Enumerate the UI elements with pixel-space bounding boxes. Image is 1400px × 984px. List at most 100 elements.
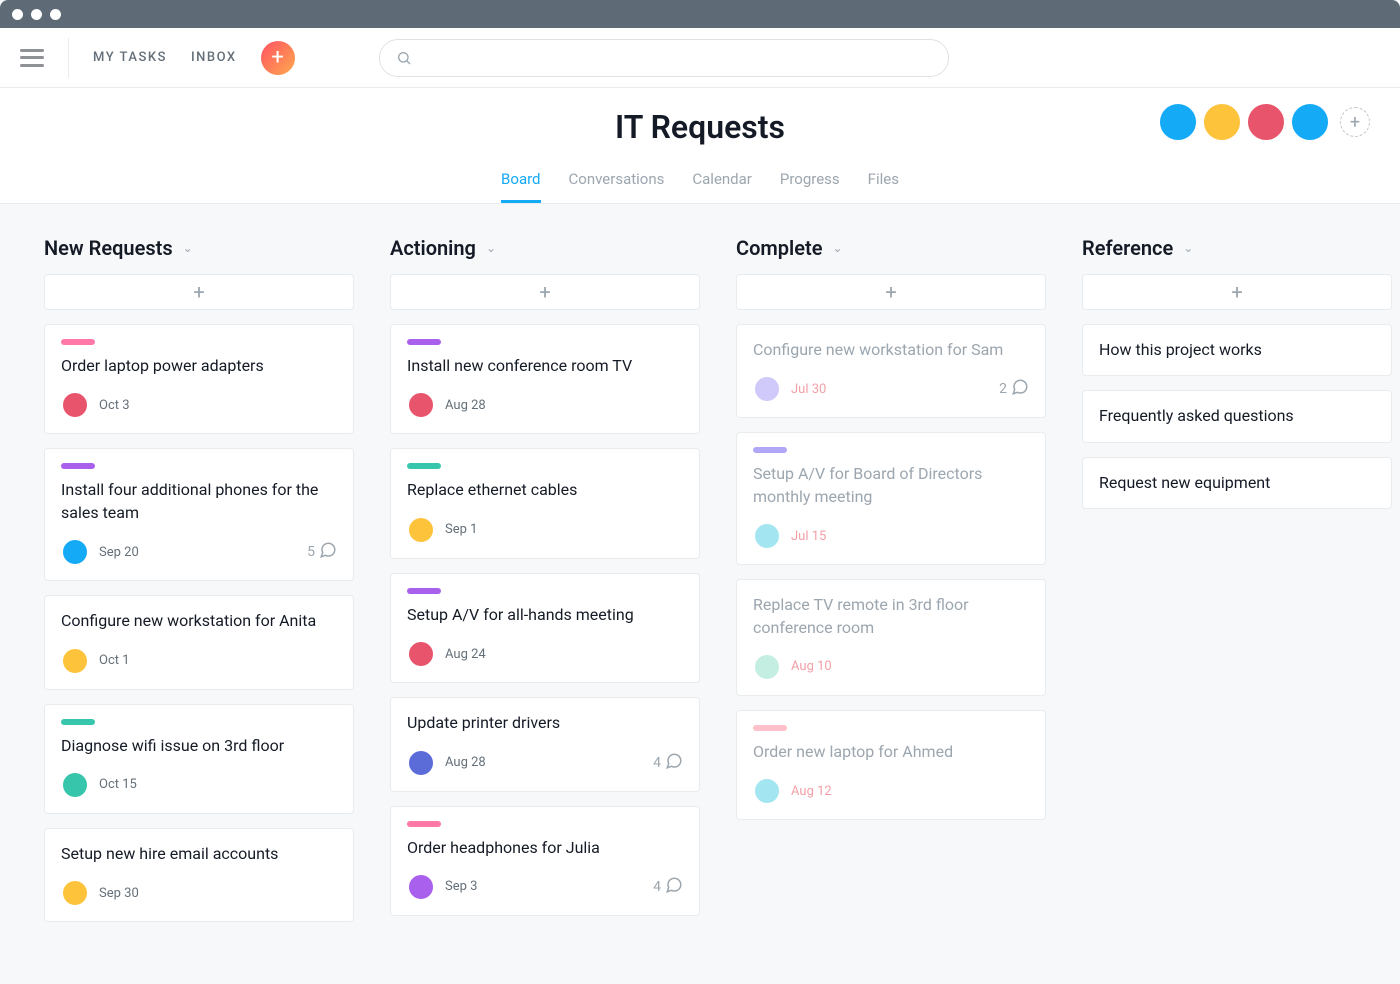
card-date: Sep 1 xyxy=(445,522,477,537)
comment-count: 5 xyxy=(307,544,315,560)
top-bar: MY TASKS INBOX + xyxy=(0,28,1400,88)
assignee-avatar[interactable] xyxy=(407,640,435,668)
card-title: Diagnose wifi issue on 3rd floor xyxy=(61,735,337,757)
card-date: Sep 3 xyxy=(445,879,477,894)
card-tag xyxy=(61,339,95,345)
card-date: Oct 3 xyxy=(99,398,130,413)
chevron-down-icon: ⌄ xyxy=(486,241,496,255)
menu-icon[interactable] xyxy=(20,49,44,67)
card-footer: Aug 28 4 xyxy=(407,749,683,777)
assignee-avatar[interactable] xyxy=(61,647,89,675)
global-add-button[interactable]: + xyxy=(261,41,295,75)
task-card[interactable]: Frequently asked questions xyxy=(1082,390,1392,442)
board-column: Reference ⌄ + How this project works Frequen… xyxy=(1082,236,1392,523)
assignee-avatar[interactable] xyxy=(753,653,781,681)
card-title: Frequently asked questions xyxy=(1099,405,1375,427)
search-input[interactable] xyxy=(379,39,949,77)
card-date: Jul 30 xyxy=(791,382,826,397)
task-card[interactable]: Configure new workstation for Sam Jul 30 2 xyxy=(736,324,1046,418)
member-avatar[interactable] xyxy=(1202,102,1242,142)
tab-board[interactable]: Board xyxy=(501,170,540,203)
task-card[interactable]: Setup A/V for Board of Directors monthly… xyxy=(736,432,1046,565)
nav-my-tasks[interactable]: MY TASKS xyxy=(93,50,167,65)
window-titlebar xyxy=(0,0,1400,28)
card-title: How this project works xyxy=(1099,339,1375,361)
board-column: Complete⌄ + Configure new workstation for … xyxy=(736,236,1046,834)
task-card[interactable]: Order headphones for JuliaSep 34 xyxy=(390,806,700,916)
task-card[interactable]: Request new equipment xyxy=(1082,457,1392,509)
assignee-avatar[interactable] xyxy=(61,538,89,566)
chevron-down-icon: ⌄ xyxy=(1183,241,1193,255)
assignee-avatar[interactable] xyxy=(61,391,89,419)
tab-conversations[interactable]: Conversations xyxy=(569,170,665,203)
member-avatar[interactable] xyxy=(1290,102,1330,142)
board: New Requests ⌄ + Order laptop power adapter… xyxy=(0,204,1400,968)
member-avatar[interactable] xyxy=(1246,102,1286,142)
task-card[interactable]: Replace TV remote in 3rd floor conferenc… xyxy=(736,579,1046,696)
card-footer: Aug 28 xyxy=(407,391,683,419)
task-card[interactable]: Install four additional phones for the s… xyxy=(44,448,354,581)
card-date: Aug 28 xyxy=(445,755,486,770)
task-card[interactable]: How this project works xyxy=(1082,324,1392,376)
card-comments[interactable]: 4 xyxy=(653,752,683,774)
chevron-down-icon: ⌄ xyxy=(832,241,842,255)
divider xyxy=(68,38,69,78)
card-footer: Sep 20 5 xyxy=(61,538,337,566)
card-date: Sep 30 xyxy=(99,886,139,901)
task-card[interactable]: Diagnose wifi issue on 3rd floorOct 15 xyxy=(44,704,354,814)
tab-progress[interactable]: Progress xyxy=(780,170,840,203)
plus-icon: + xyxy=(1350,112,1360,133)
comment-count: 4 xyxy=(653,755,661,771)
add-member-button[interactable]: + xyxy=(1340,107,1370,137)
add-card-button[interactable]: + xyxy=(44,274,354,310)
nav-inbox[interactable]: INBOX xyxy=(191,50,237,65)
assignee-avatar[interactable] xyxy=(407,873,435,901)
card-date: Jul 15 xyxy=(791,529,826,544)
card-date: Aug 12 xyxy=(791,784,832,799)
assignee-avatar[interactable] xyxy=(753,522,781,550)
tab-files[interactable]: Files xyxy=(868,170,899,203)
task-card[interactable]: Install new conference room TVAug 28 xyxy=(390,324,700,434)
column-header[interactable]: Reference ⌄ xyxy=(1082,236,1392,260)
task-card[interactable]: Setup A/V for all-hands meetingAug 24 xyxy=(390,573,700,683)
tab-calendar[interactable]: Calendar xyxy=(692,170,752,203)
task-card[interactable]: Configure new workstation for AnitaOct 1 xyxy=(44,595,354,689)
assignee-avatar[interactable] xyxy=(407,749,435,777)
add-card-button[interactable]: + xyxy=(390,274,700,310)
card-comments[interactable]: 2 xyxy=(999,378,1029,400)
card-comments[interactable]: 5 xyxy=(307,541,337,563)
plus-icon: + xyxy=(271,45,283,70)
card-comments[interactable]: 4 xyxy=(653,876,683,898)
column-title: New Requests xyxy=(44,236,173,260)
task-card[interactable]: Order new laptop for AhmedAug 12 xyxy=(736,710,1046,820)
traffic-light-close[interactable] xyxy=(12,9,23,20)
task-card[interactable]: Setup new hire email accountsSep 30 xyxy=(44,828,354,922)
traffic-light-max[interactable] xyxy=(50,9,61,20)
assignee-avatar[interactable] xyxy=(753,777,781,805)
card-tag xyxy=(753,725,787,731)
traffic-light-min[interactable] xyxy=(31,9,42,20)
search-icon xyxy=(396,50,412,66)
card-footer: Aug 12 xyxy=(753,777,1029,805)
member-avatar[interactable] xyxy=(1158,102,1198,142)
task-card[interactable]: Update printer drivers Aug 28 4 xyxy=(390,697,700,791)
card-title: Configure new workstation for Sam xyxy=(753,339,1029,361)
column-title: Reference xyxy=(1082,236,1173,260)
card-date: Sep 20 xyxy=(99,545,139,560)
column-header[interactable]: Complete⌄ xyxy=(736,236,1046,260)
task-card[interactable]: Replace ethernet cablesSep 1 xyxy=(390,448,700,558)
card-title: Update printer drivers xyxy=(407,712,683,734)
task-card[interactable]: Order laptop power adaptersOct 3 xyxy=(44,324,354,434)
card-footer: Sep 1 xyxy=(407,516,683,544)
chevron-down-icon: ⌄ xyxy=(183,241,193,255)
assignee-avatar[interactable] xyxy=(407,516,435,544)
assignee-avatar[interactable] xyxy=(61,771,89,799)
add-card-button[interactable]: + xyxy=(1082,274,1392,310)
assignee-avatar[interactable] xyxy=(61,879,89,907)
column-header[interactable]: New Requests ⌄ xyxy=(44,236,354,260)
card-date: Aug 24 xyxy=(445,647,486,662)
assignee-avatar[interactable] xyxy=(407,391,435,419)
add-card-button[interactable]: + xyxy=(736,274,1046,310)
column-header[interactable]: Actioning⌄ xyxy=(390,236,700,260)
assignee-avatar[interactable] xyxy=(753,375,781,403)
